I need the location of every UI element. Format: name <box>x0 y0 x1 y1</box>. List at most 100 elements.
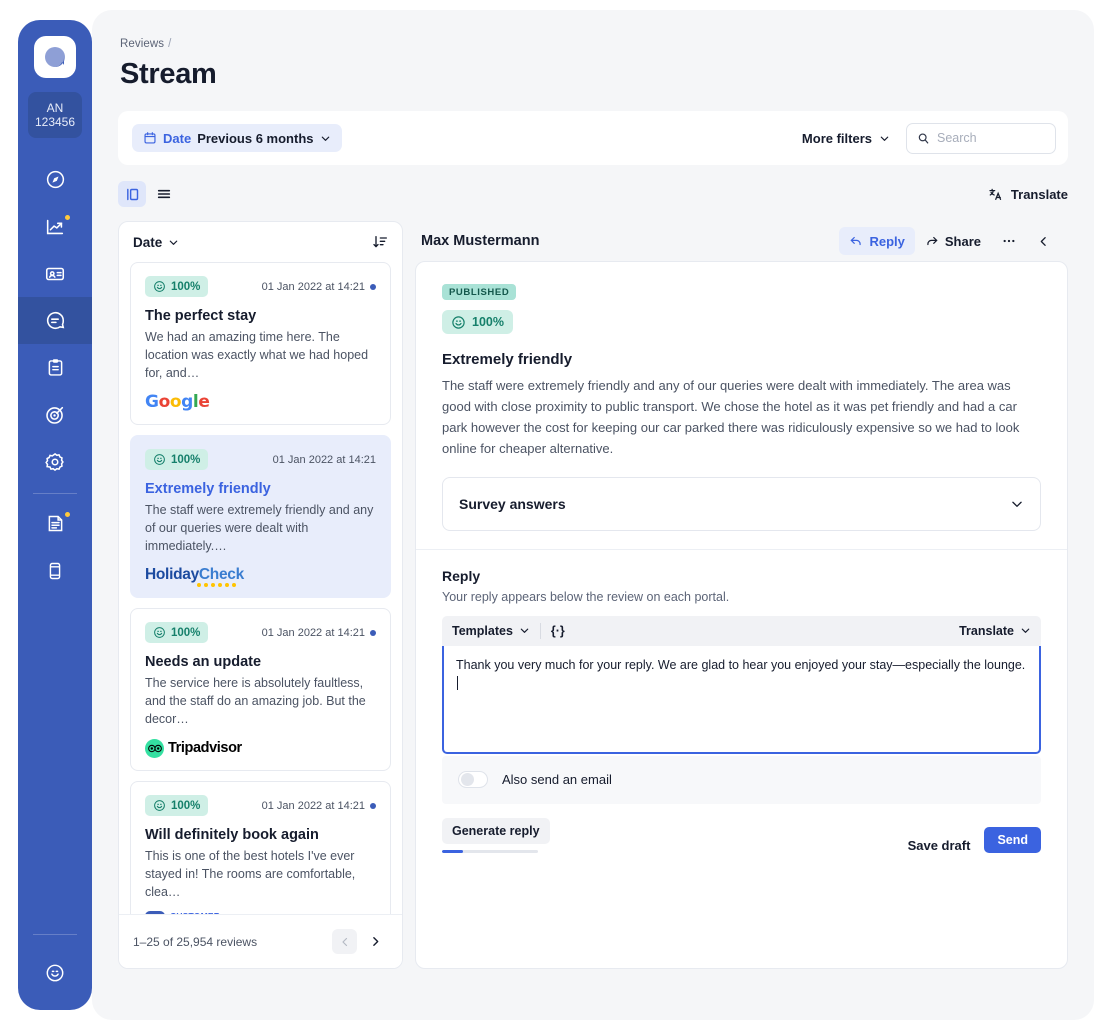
tripadvisor-logo-icon: Tripadvisor <box>145 738 242 758</box>
pagination-controls <box>332 929 388 954</box>
sort-selector[interactable]: Date <box>133 235 179 250</box>
translate-button[interactable]: Translate <box>988 186 1068 202</box>
review-source-logo: CUSTOMERALLIANCE <box>145 911 376 914</box>
reply-translate-dropdown[interactable]: Translate <box>959 624 1031 638</box>
sidebar-bottom <box>18 926 92 1010</box>
merge-tag-button[interactable]: {·} <box>551 624 575 638</box>
pagination-count: 1–25 of 25,954 reviews <box>133 934 258 949</box>
next-page-button[interactable] <box>363 929 388 954</box>
smiley-icon <box>153 626 166 639</box>
chevron-left-icon <box>1037 235 1050 248</box>
list-view-button[interactable] <box>150 181 178 207</box>
review-title: Extremely friendly <box>442 350 573 368</box>
search-input[interactable] <box>937 131 1045 145</box>
merge-tag-icon: {·} <box>550 623 565 638</box>
review-detail-panel: Max Mustermann Reply Share PUBLISHED 100… <box>415 221 1068 969</box>
sidebar-item-reports[interactable] <box>18 500 92 547</box>
prev-page-button[interactable] <box>332 929 357 954</box>
sidebar-nav <box>18 156 92 594</box>
new-indicator-dot <box>65 215 70 220</box>
account-badge[interactable]: AN 123456 <box>28 92 82 138</box>
split-view-icon <box>125 187 140 202</box>
view-toggle-group <box>118 181 178 207</box>
share-arrow-icon <box>925 234 939 248</box>
calendar-icon <box>143 131 157 145</box>
filter-bar: Date Previous 6 months More filters <box>118 111 1068 165</box>
survey-answers-label: Survey answers <box>459 495 566 512</box>
translate-icon <box>988 186 1004 202</box>
sidebar-item-explore[interactable] <box>18 156 92 203</box>
sidebar-item-analytics[interactable] <box>18 203 92 250</box>
review-content-block: PUBLISHED 100% Extremely friendly The st… <box>416 262 1067 550</box>
review-list-header: Date <box>119 222 402 262</box>
split-view-button[interactable] <box>118 181 146 207</box>
breadcrumb-parent[interactable]: Reviews <box>120 38 164 50</box>
page-title: Stream <box>120 58 217 90</box>
reply-textarea[interactable]: Thank you very much for your reply. We a… <box>442 645 1041 754</box>
sentiment-badge: 100% <box>145 622 209 643</box>
review-list-scroll[interactable]: 100% 01 Jan 2022 at 14:21 The perfect st… <box>119 262 402 914</box>
chevron-left-icon <box>339 936 351 948</box>
review-source-logo: Tripadvisor <box>145 738 376 758</box>
reply-text: Thank you very much for your reply. We a… <box>456 657 1026 672</box>
date-filter-key: Date <box>163 130 192 146</box>
sort-label: Date <box>133 234 163 250</box>
new-indicator-dot <box>65 512 70 517</box>
share-button[interactable]: Share <box>915 227 991 255</box>
also-send-email-toggle[interactable] <box>458 771 488 788</box>
more-actions-button[interactable] <box>991 227 1027 255</box>
review-card[interactable]: 100% 01 Jan 2022 at 14:21 The perfect st… <box>130 262 391 425</box>
review-card[interactable]: 100% 01 Jan 2022 at 14:21 Will definitel… <box>130 781 391 914</box>
review-card-title: Extremely friendly <box>145 481 271 497</box>
chevron-down-icon <box>1020 625 1031 636</box>
survey-answers-accordion[interactable]: Survey answers <box>442 476 1041 531</box>
sidebar-item-mobile[interactable] <box>18 547 92 594</box>
smiley-icon <box>153 799 166 812</box>
also-send-email-label: Also send an email <box>502 772 612 787</box>
search-box[interactable] <box>906 122 1056 154</box>
send-email-row: Also send an email <box>442 755 1041 804</box>
review-list-footer: 1–25 of 25,954 reviews <box>119 914 402 968</box>
send-button[interactable]: Send <box>984 826 1041 853</box>
chevron-down-icon <box>519 625 530 636</box>
review-date: 01 Jan 2022 at 14:21 <box>273 454 376 466</box>
toolbar-divider <box>539 622 541 639</box>
content-panels: Date 100% 01 Jan 2022 at 14:21 The perfe… <box>118 221 1068 969</box>
reply-button[interactable]: Reply <box>839 227 915 255</box>
more-filters-button[interactable]: More filters <box>802 131 890 146</box>
date-filter-chip[interactable]: Date Previous 6 months <box>132 124 342 152</box>
chevron-down-icon <box>879 133 890 144</box>
review-date-text: 01 Jan 2022 at 14:21 <box>261 280 365 293</box>
share-button-label: Share <box>944 233 981 249</box>
review-card-snippet: This is one of the best hotels I've ever… <box>145 849 356 899</box>
reply-subtext: Your reply appears below the review on e… <box>442 589 730 604</box>
review-source-logo: HolidayCheck <box>145 565 376 587</box>
templates-dropdown[interactable]: Templates <box>452 624 540 638</box>
generate-reply-button[interactable]: Generate reply <box>442 817 550 844</box>
review-card-top: 100% 01 Jan 2022 at 14:21 <box>145 449 376 470</box>
sidebar-item-reviews[interactable] <box>18 297 92 344</box>
review-card[interactable]: 100% 01 Jan 2022 at 14:21 Needs an updat… <box>130 608 391 771</box>
review-text: The staff were extremely friendly and an… <box>442 377 1020 456</box>
reply-translate-label: Translate <box>959 623 1014 638</box>
review-card-selected[interactable]: 100% 01 Jan 2022 at 14:21 Extremely frie… <box>130 435 391 598</box>
sentiment-value: 100% <box>472 315 504 329</box>
collapse-detail-button[interactable] <box>1027 227 1060 255</box>
save-draft-button[interactable]: Save draft <box>908 838 971 853</box>
sidebar-item-support[interactable] <box>18 949 92 996</box>
review-date: 01 Jan 2022 at 14:21 <box>262 627 376 639</box>
reply-block: Reply Your reply appears below the revie… <box>416 550 1067 873</box>
sidebar-item-settings[interactable] <box>18 438 92 485</box>
customer-alliance-logo-icon[interactable] <box>34 36 76 78</box>
chevron-down-icon <box>320 133 331 144</box>
sort-descending-icon[interactable] <box>372 234 388 250</box>
view-toolbar: Translate <box>118 177 1068 211</box>
sidebar-item-contacts[interactable] <box>18 250 92 297</box>
sidebar-item-surveys[interactable] <box>18 344 92 391</box>
sidebar-item-goals[interactable] <box>18 391 92 438</box>
sentiment-value: 100% <box>171 626 201 639</box>
more-filters-label: More filters <box>801 130 872 146</box>
sentiment-badge-large: 100% <box>442 310 513 334</box>
page-header: Reviews / Stream <box>92 10 1094 97</box>
list-view-icon <box>156 186 172 202</box>
